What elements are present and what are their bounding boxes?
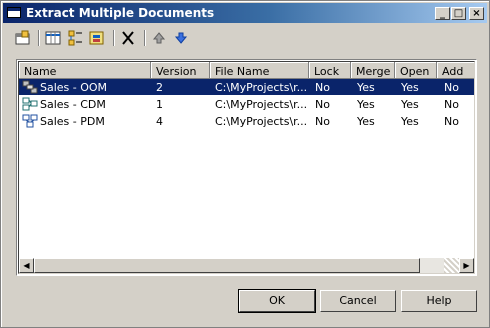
cancel-button[interactable]: Cancel xyxy=(320,290,396,312)
scroll-track[interactable] xyxy=(444,258,459,273)
close-button[interactable]: × xyxy=(469,7,484,20)
window-icon xyxy=(7,7,21,18)
column-header-open[interactable]: Open xyxy=(395,62,437,79)
select-all-icon[interactable] xyxy=(66,29,84,47)
title-bar[interactable]: Extract Multiple Documents _ □ × xyxy=(3,3,487,23)
documents-list[interactable]: Name Version File Name Lock Merge Open A… xyxy=(16,59,477,276)
row-file: C:\MyProjects\r... xyxy=(215,115,307,128)
row-open: Yes xyxy=(401,115,419,128)
filter-icon[interactable] xyxy=(88,29,106,47)
row-open: Yes xyxy=(401,81,419,94)
delete-icon[interactable] xyxy=(119,29,137,47)
customize-columns-icon[interactable] xyxy=(44,29,62,47)
table-row[interactable]: Sales - OOM 2 C:\MyProjects\r... No Yes … xyxy=(19,79,474,95)
scrollbar-thumb[interactable] xyxy=(34,258,420,273)
row-name: Sales - OOM xyxy=(40,81,108,94)
ok-button[interactable]: OK xyxy=(238,289,316,313)
column-header-version[interactable]: Version xyxy=(151,62,210,79)
column-header-add[interactable]: Add xyxy=(437,62,474,79)
move-up-icon[interactable] xyxy=(150,29,168,47)
row-add: No xyxy=(444,115,459,128)
row-version: 4 xyxy=(156,115,163,128)
cdm-model-icon xyxy=(22,97,38,111)
scroll-right-icon[interactable]: ▶ xyxy=(459,258,474,273)
table-row[interactable]: Sales - PDM 4 C:\MyProjects\r... No Yes … xyxy=(19,113,474,129)
minimize-button[interactable]: _ xyxy=(435,7,450,20)
column-header-name[interactable]: Name xyxy=(19,62,151,79)
column-header-lock[interactable]: Lock xyxy=(309,62,351,79)
row-version: 2 xyxy=(156,81,163,94)
row-version: 1 xyxy=(156,98,163,111)
properties-icon[interactable] xyxy=(14,29,32,47)
help-button[interactable]: Help xyxy=(401,290,477,312)
row-name: Sales - CDM xyxy=(40,98,106,111)
row-add: No xyxy=(444,98,459,111)
row-lock: No xyxy=(315,81,330,94)
scroll-left-icon[interactable]: ◀ xyxy=(19,258,34,273)
window-title: Extract Multiple Documents xyxy=(26,6,215,20)
move-down-icon[interactable] xyxy=(172,29,190,47)
row-add: No xyxy=(444,81,459,94)
pdm-model-icon xyxy=(22,114,38,128)
list-header: Name Version File Name Lock Merge Open A… xyxy=(19,62,474,79)
column-header-file-name[interactable]: File Name xyxy=(210,62,309,79)
maximize-button[interactable]: □ xyxy=(451,7,466,20)
horizontal-scrollbar[interactable]: ◀ ▶ xyxy=(19,258,474,273)
row-merge: Yes xyxy=(357,115,375,128)
toolbar xyxy=(11,29,311,49)
row-merge: Yes xyxy=(357,81,375,94)
row-name: Sales - PDM xyxy=(40,115,105,128)
column-header-merge[interactable]: Merge xyxy=(351,62,395,79)
row-lock: No xyxy=(315,115,330,128)
oom-model-icon xyxy=(22,80,38,94)
table-row[interactable]: Sales - CDM 1 C:\MyProjects\r... No Yes … xyxy=(19,96,474,112)
row-file: C:\MyProjects\r... xyxy=(215,81,307,94)
row-file: C:\MyProjects\r... xyxy=(215,98,307,111)
row-merge: Yes xyxy=(357,98,375,111)
row-open: Yes xyxy=(401,98,419,111)
row-lock: No xyxy=(315,98,330,111)
dialog-window: Extract Multiple Documents _ □ × Name Ve… xyxy=(0,0,490,328)
